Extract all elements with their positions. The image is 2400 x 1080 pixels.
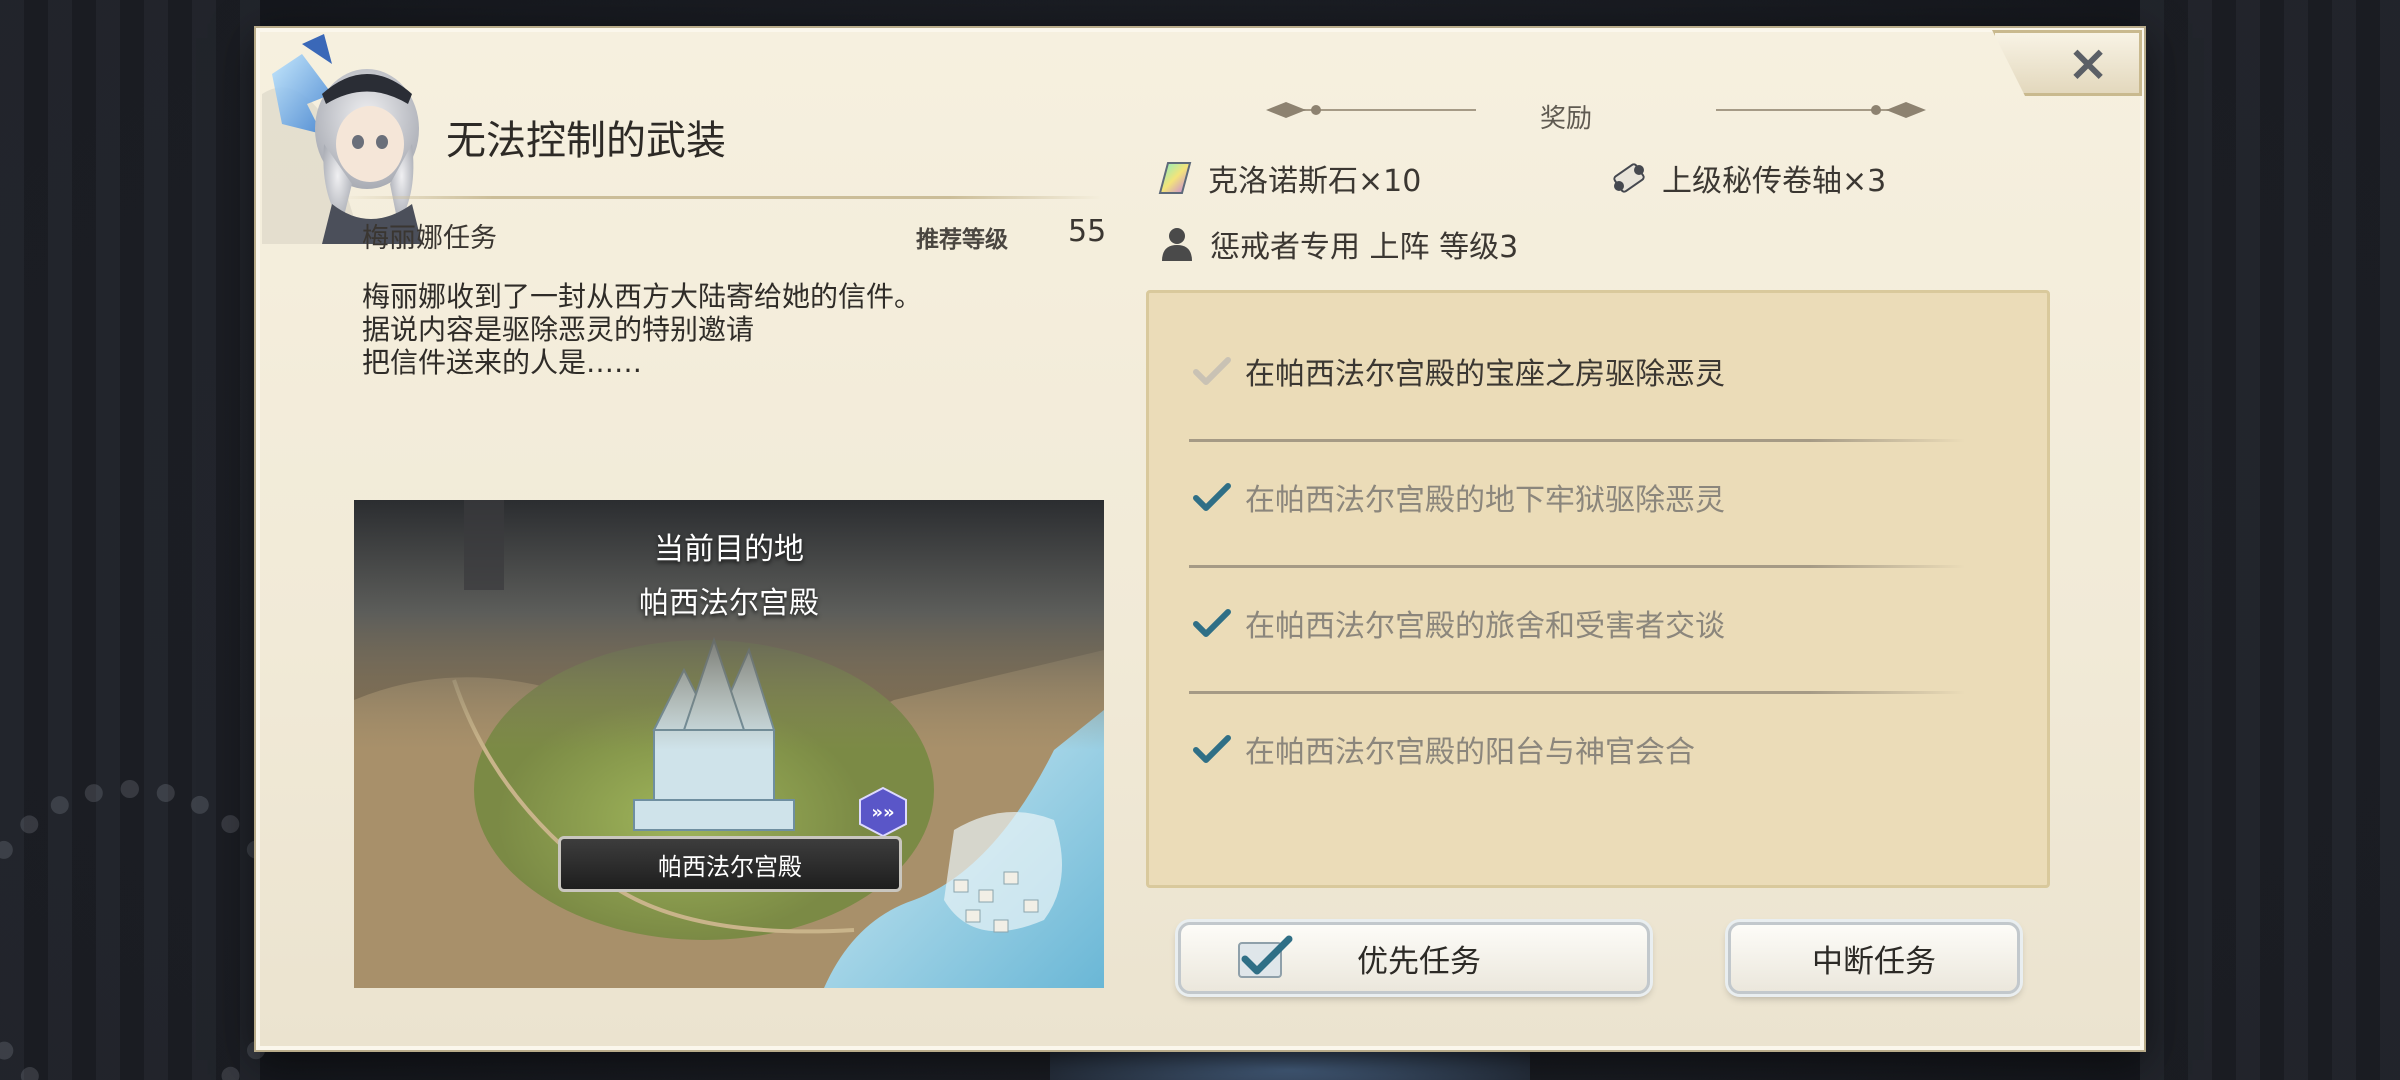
abort-mission-button[interactable]: 中断任务	[1728, 922, 2020, 994]
check-icon	[1193, 735, 1231, 763]
map-destination: 帕西法尔宫殿	[639, 586, 819, 621]
checkbox-checked-icon	[1238, 935, 1293, 978]
background-right-decoration	[2140, 0, 2400, 1080]
svg-text:»»: »»	[871, 802, 894, 823]
objective-item: 在帕西法尔宫殿的地下牢狱驱除恶灵	[1193, 475, 1725, 519]
objective-text: 在帕西法尔宫殿的宝座之房驱除恶灵	[1245, 357, 1725, 392]
recommended-level-value: 55	[1068, 214, 1107, 249]
priority-button-label: 优先任务	[1357, 943, 1481, 980]
mission-title: 无法控制的武装	[446, 118, 726, 164]
map-location-label[interactable]: 帕西法尔宫殿	[558, 836, 902, 892]
reward-label: 克洛诺斯石×10	[1208, 164, 1422, 199]
objective-text: 在帕西法尔宫殿的地下牢狱驱除恶灵	[1245, 483, 1725, 518]
objectives-panel: 在帕西法尔宫殿的宝座之房驱除恶灵 在帕西法尔宫殿的地下牢狱驱除恶灵 在帕西法尔宫…	[1146, 290, 2050, 888]
check-icon	[1193, 483, 1231, 511]
description-line: 据说内容是驱除恶灵的特别邀请	[362, 313, 755, 346]
person-icon	[1162, 228, 1192, 261]
character-portrait	[262, 34, 422, 244]
objective-text: 在帕西法尔宫殿的阳台与神官会合	[1245, 735, 1695, 770]
priority-mission-button[interactable]: 优先任务	[1178, 922, 1650, 994]
quest-giver: 梅丽娜任务	[362, 223, 497, 254]
description-line: 把信件送来的人是……	[362, 346, 643, 379]
recommended-level-label: 推荐等级	[916, 226, 1008, 253]
mission-description: 梅丽娜收到了一封从西方大陆寄给她的信件。 据说内容是驱除恶灵的特别邀请 把信件送…	[362, 280, 1082, 379]
close-icon: ×	[2067, 34, 2109, 92]
check-icon	[1193, 357, 1231, 385]
reward-title: 奖励	[1540, 104, 1593, 134]
reward-item[interactable]: 克洛诺斯石×10	[1156, 156, 1421, 200]
title-divider	[340, 196, 1102, 199]
reward-item[interactable]: 上级秘传卷轴×3	[1610, 156, 1886, 200]
destination-map[interactable]	[354, 500, 1104, 988]
scroll-icon	[1613, 163, 1645, 193]
map-terrain	[354, 500, 1104, 988]
objective-divider	[1189, 691, 1965, 694]
abort-button-label: 中断任务	[1812, 943, 1936, 980]
reward-ornament-right	[1716, 102, 1926, 118]
chronos-stone-icon	[1158, 162, 1192, 194]
objective-item: 在帕西法尔宫殿的旅舍和受害者交谈	[1193, 601, 1725, 645]
reward-label: 惩戒者专用 上阵 等级3	[1210, 230, 1519, 265]
objective-text: 在帕西法尔宫殿的旅舍和受害者交谈	[1245, 609, 1725, 644]
objective-divider	[1189, 565, 1965, 568]
check-icon	[1193, 609, 1231, 637]
reward-label: 上级秘传卷轴×3	[1662, 164, 1887, 199]
objective-divider	[1189, 439, 1965, 442]
reward-item[interactable]: 惩戒者专用 上阵 等级3	[1158, 222, 1518, 266]
objective-item: 在帕西法尔宫殿的宝座之房驱除恶灵	[1193, 349, 1725, 393]
objective-item: 在帕西法尔宫殿的阳台与神官会合	[1193, 727, 1695, 771]
description-line: 梅丽娜收到了一封从西方大陆寄给她的信件。	[362, 280, 923, 313]
map-heading: 当前目的地	[654, 532, 804, 567]
reward-ornament-left	[1266, 102, 1476, 118]
